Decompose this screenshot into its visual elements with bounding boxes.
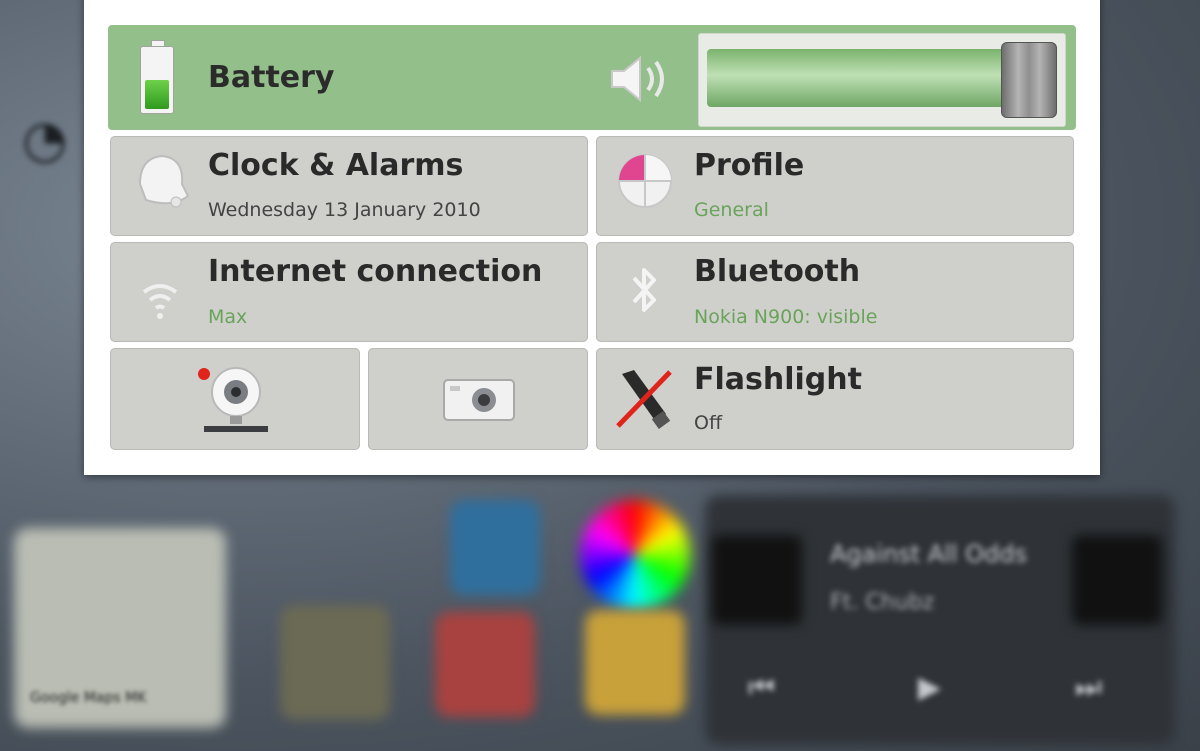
internet-connection-name: Max [208,306,248,328]
bluetooth-status: Nokia N900: visible [694,306,878,328]
clock-alarms-date: Wednesday 13 January 2010 [208,199,481,221]
next-track-icon[interactable]: ⏭ [1075,670,1102,705]
webcam-icon [198,367,268,432]
battery-label: Battery [208,60,335,95]
alarm-bell-icon [138,154,190,208]
flashlight-title: Flashlight [694,362,862,397]
profile-value: General [694,199,769,221]
media-track-title: Against All Odds [830,540,1028,568]
app-shortcut-color-wheel[interactable] [580,500,690,610]
bluetooth-icon [632,268,656,312]
app-shortcut-map-pin[interactable] [280,605,390,720]
media-track-artist: Ft. Chubz [830,590,935,615]
background-widget-glyph: ◔ [22,110,68,170]
bluetooth-title: Bluetooth [694,254,861,289]
app-shortcut-store[interactable] [450,500,540,595]
clock-alarms-title: Clock & Alarms [208,148,464,183]
internet-connection-title: Internet connection [208,254,543,289]
profile-pie-icon [618,154,672,208]
wifi-icon [142,284,178,319]
album-art-secondary [1072,535,1162,625]
previous-track-icon[interactable]: ⏮ [748,670,775,705]
volume-slider-handle[interactable] [1001,42,1057,118]
speaker-icon [611,55,664,103]
flashlight-off-icon [616,370,672,429]
map-widget-label: Google Maps MK [30,690,147,706]
volume-slider-fill [707,49,1009,107]
profile-title: Profile [694,148,805,183]
play-icon[interactable]: ▶ [918,670,941,705]
battery-icon [140,40,174,114]
app-shortcut-yellow[interactable] [585,610,685,715]
album-art [712,535,802,625]
camera-icon [443,379,515,421]
app-shortcut-birds-game[interactable] [435,612,535,717]
volume-slider[interactable] [698,33,1066,127]
flashlight-status: Off [694,412,723,434]
